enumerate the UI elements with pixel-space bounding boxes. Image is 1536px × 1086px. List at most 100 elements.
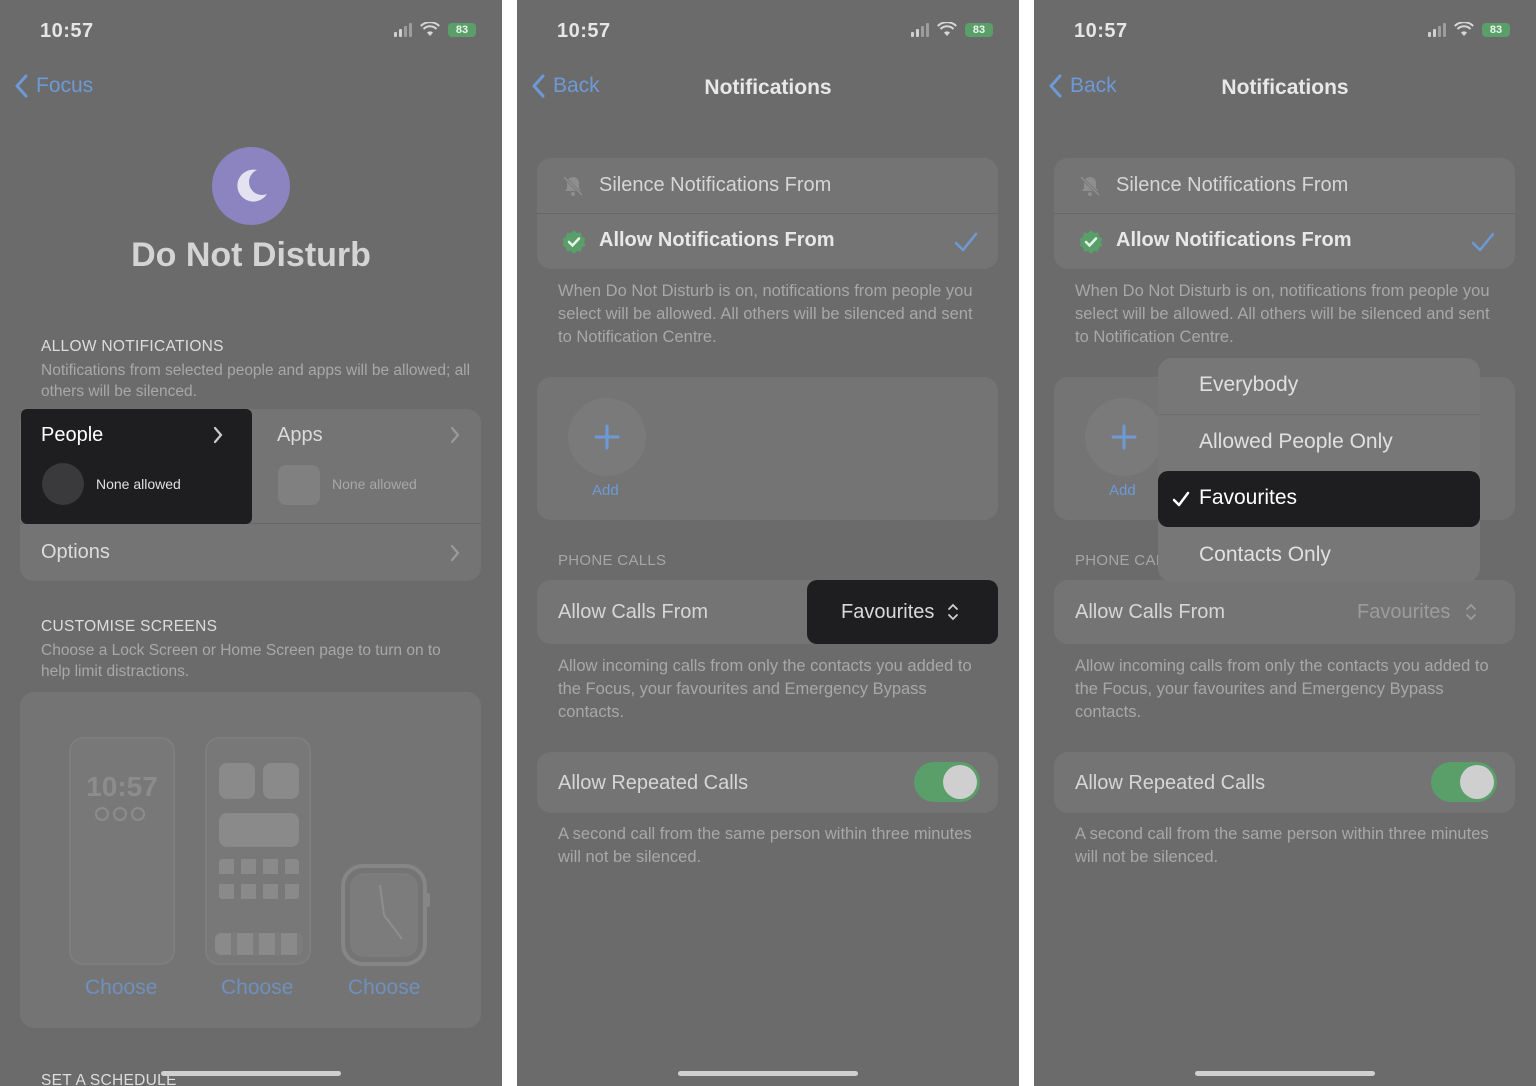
up-down-chevron-icon: [948, 603, 958, 621]
menu-item-label: Allowed People Only: [1199, 430, 1393, 453]
choose-lock-screen-button[interactable]: Choose: [85, 976, 157, 1000]
home-indicator: [678, 1071, 858, 1076]
section-heading-customise: CUSTOMISE SCREENS: [41, 618, 218, 635]
apps-value: None allowed: [332, 476, 417, 492]
up-down-chevron-icon: [1466, 603, 1476, 621]
lock-screen-time: 10:57: [86, 771, 158, 802]
choose-home-screen-button[interactable]: Choose: [221, 976, 293, 1000]
people-value: None allowed: [96, 476, 181, 492]
allow-label: Allow Notifications From: [1116, 229, 1352, 251]
silence-label: Silence Notifications From: [1116, 174, 1349, 196]
chevron-left-icon: [15, 74, 28, 98]
silence-label: Silence Notifications From: [599, 174, 832, 196]
options-row[interactable]: Options: [20, 524, 481, 581]
plus-icon: [1111, 424, 1137, 450]
repeated-label: Allow Repeated Calls: [558, 772, 749, 794]
signal-icon: [1428, 22, 1446, 37]
notification-desc: When Do Not Disturb is on, notifications…: [1075, 282, 1490, 346]
checkmark-icon: [1471, 232, 1495, 252]
apps-button[interactable]: Apps None allowed: [256, 409, 481, 524]
back-button[interactable]: Focus: [14, 74, 93, 98]
menu-item-allowed-people-only[interactable]: Allowed People Only: [1158, 415, 1480, 471]
add-person-button[interactable]: Add: [1085, 398, 1163, 499]
back-label: Focus: [36, 74, 94, 97]
status-icons: 83: [394, 22, 476, 37]
app-placeholder-icon: [278, 465, 320, 505]
section-heading-phone-calls: PHONE CALLS: [558, 552, 667, 569]
lock-screen-preview[interactable]: 10:57: [69, 737, 175, 965]
watch-icon: [341, 864, 430, 966]
add-label: Add: [592, 482, 619, 499]
notification-desc: When Do Not Disturb is on, notifications…: [558, 282, 973, 346]
chevron-right-icon: [450, 426, 460, 444]
nav-title: Notifications: [1221, 76, 1349, 99]
watch-face-preview[interactable]: [340, 863, 430, 967]
avatar: [42, 463, 84, 505]
menu-item-label: Favourites: [1199, 486, 1298, 509]
chevron-right-icon: [450, 544, 460, 562]
allow-calls-label: Allow Calls From: [1075, 601, 1226, 623]
section-desc-customise: Choose a Lock Screen or Home Screen page…: [41, 642, 441, 680]
chevron-right-icon: [213, 426, 223, 444]
allow-calls-label: Allow Calls From: [558, 601, 709, 623]
options-label: Options: [41, 541, 110, 563]
checkmark-icon: [1172, 491, 1190, 507]
wifi-icon: [420, 22, 440, 36]
allow-calls-value: Favourites: [1357, 601, 1451, 623]
repeated-desc: A second call from the same person withi…: [1075, 825, 1489, 866]
apps-label: Apps: [277, 424, 323, 446]
signal-icon: [394, 22, 412, 37]
nav-title: Notifications: [704, 76, 832, 99]
verified-check-icon: [562, 230, 586, 254]
bell-slash-icon: [562, 175, 584, 197]
menu-item-favourites[interactable]: Favourites: [1158, 471, 1480, 527]
status-time: 10:57: [1074, 20, 1128, 42]
home-indicator: [1195, 1071, 1375, 1076]
battery-icon: 83: [965, 22, 993, 37]
allow-option[interactable]: Allow Notifications From: [537, 214, 998, 269]
status-time: 10:57: [40, 20, 94, 42]
status-time: 10:57: [557, 20, 611, 42]
wifi-icon: [1454, 22, 1474, 36]
repeated-label: Allow Repeated Calls: [1075, 772, 1266, 794]
wifi-icon: [937, 22, 957, 36]
add-label: Add: [1109, 482, 1136, 499]
choose-watch-face-button[interactable]: Choose: [348, 976, 420, 1000]
silence-option[interactable]: Silence Notifications From: [1054, 158, 1515, 213]
menu-item-label: Contacts Only: [1199, 543, 1331, 566]
status-icons: 83: [911, 22, 993, 37]
plus-icon: [594, 424, 620, 450]
checkmark-icon: [954, 232, 978, 252]
panel-do-not-disturb: 10:57 83 Focus Do Not Disturb ALLOW NOTI…: [0, 0, 502, 1086]
section-heading-allow: ALLOW NOTIFICATIONS: [41, 338, 224, 355]
allow-calls-row[interactable]: Allow Calls From Favourites: [1054, 580, 1515, 644]
calls-desc: Allow incoming calls from only the conta…: [1075, 657, 1489, 721]
allow-calls-picker[interactable]: Favourites: [807, 580, 998, 644]
add-person-button[interactable]: Add: [568, 398, 646, 499]
repeated-calls-toggle[interactable]: [1431, 762, 1497, 802]
status-icons: 83: [1428, 22, 1510, 37]
home-screen-preview[interactable]: [205, 737, 311, 965]
people-label: People: [41, 424, 104, 446]
allow-option[interactable]: Allow Notifications From: [1054, 214, 1515, 269]
calls-from-menu: Everybody Allowed People Only Favourites…: [1158, 358, 1480, 582]
section-heading-phone-calls: PHONE CAI: [1075, 552, 1161, 569]
verified-check-icon: [1079, 230, 1103, 254]
home-indicator: [161, 1071, 341, 1076]
battery-icon: 83: [1482, 22, 1510, 37]
panel-notifications: 10:57 83 Back Notifications Silence Noti…: [517, 0, 1019, 1086]
repeated-desc: A second call from the same person withi…: [558, 825, 972, 866]
moon-icon: [212, 147, 290, 225]
section-desc-allow: Notifications from selected people and a…: [41, 362, 471, 400]
silence-option[interactable]: Silence Notifications From: [537, 158, 998, 213]
repeated-calls-toggle[interactable]: [914, 762, 980, 802]
page-title: Do Not Disturb: [131, 236, 371, 274]
panel-notifications-menu: 10:57 83 Back Notifications Silence Noti…: [1034, 0, 1536, 1086]
allow-calls-value: Favourites: [841, 601, 935, 623]
bell-slash-icon: [1079, 175, 1101, 197]
menu-item-contacts-only[interactable]: Contacts Only: [1158, 528, 1480, 584]
people-button[interactable]: People None allowed: [21, 409, 252, 524]
menu-item-everybody[interactable]: Everybody: [1158, 358, 1480, 414]
signal-icon: [911, 22, 929, 37]
section-heading-schedule: SET A SCHEDULE: [41, 1072, 177, 1086]
